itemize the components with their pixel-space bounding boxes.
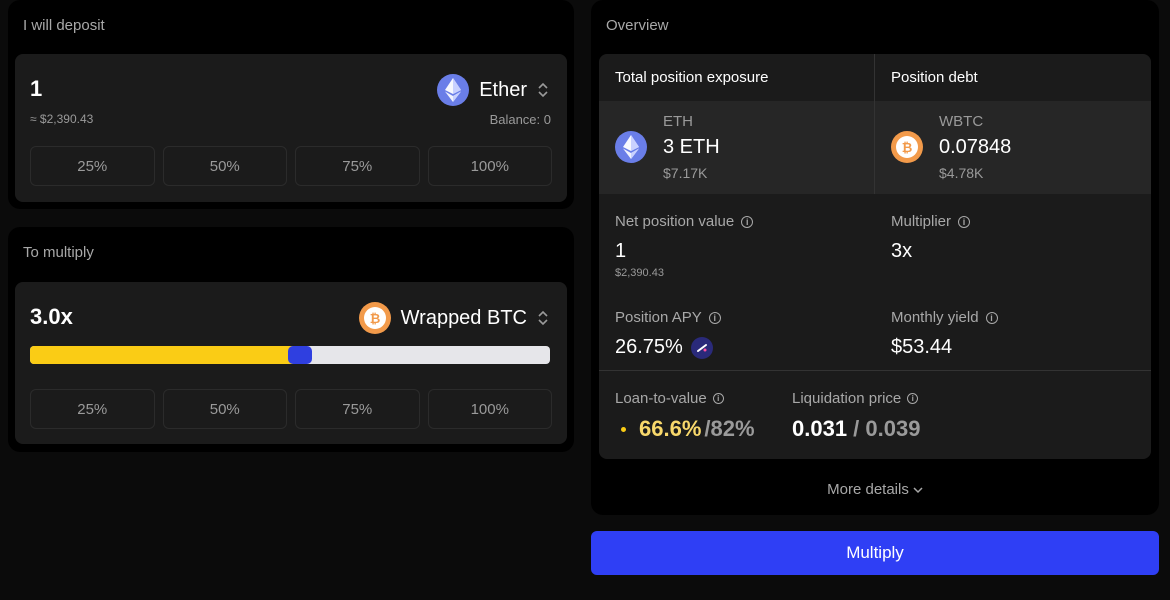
multiplier-label-text: Multiplier <box>891 213 952 230</box>
deposit-token-select[interactable]: Ether <box>437 74 549 106</box>
ltv-label-text: Loan-to-value <box>615 390 707 407</box>
ltv-value-row: 66.6% /82% <box>621 416 755 442</box>
apy-label: Position APY i <box>615 309 721 326</box>
deposit-percent-75-button[interactable]: 75% <box>295 146 420 186</box>
multiplier-slider[interactable] <box>30 346 550 364</box>
info-icon[interactable]: i <box>741 215 754 228</box>
deposit-token-name: Ether <box>479 78 527 101</box>
apy-value-row: 26.75% <box>615 336 713 359</box>
slider-thumb[interactable] <box>288 346 312 364</box>
monthly-yield-label-text: Monthly yield <box>891 309 979 326</box>
apy-label-text: Position APY <box>615 309 702 326</box>
net-value-label: Net position value i <box>615 213 754 230</box>
svg-text:₿: ₿ <box>369 312 380 327</box>
deposit-percent-50-button[interactable]: 50% <box>162 146 287 186</box>
liquidation-label-text: Liquidation price <box>792 390 902 407</box>
exposure-cell: ETH 3 ETH $7.17K <box>599 101 874 194</box>
more-details-label: More details <box>827 481 909 498</box>
overview-card: Total position exposure Position debt ET… <box>599 54 1151 459</box>
deposit-balance: Balance: 0 <box>489 112 551 127</box>
debt-usd: $4.78K <box>939 165 984 181</box>
section-divider <box>599 370 1151 371</box>
chevron-down-icon <box>913 486 923 493</box>
debt-amount: 0.07848 <box>939 136 1012 158</box>
deposit-percent-25-button[interactable]: 25% <box>30 146 155 186</box>
multiply-title: To multiply <box>23 244 94 261</box>
multiply-card: 3.0x ₿ Wrapped BTC 25% 50% 75% 100% <box>15 282 567 444</box>
multiplier-value: 3.0x <box>30 304 73 329</box>
multiply-percent-100-button[interactable]: 100% <box>427 389 552 429</box>
bitcoin-icon: ₿ <box>891 131 923 163</box>
net-value: 1 <box>615 240 627 262</box>
ltv-status-dot <box>621 426 626 432</box>
ether-icon <box>437 74 470 106</box>
bitcoin-icon: ₿ <box>358 302 391 334</box>
multiply-percent-50-button[interactable]: 50% <box>162 389 287 429</box>
multiply-percent-row: 25% 50% 75% 100% <box>30 389 552 429</box>
deposit-percent-row: 25% 50% 75% 100% <box>30 146 552 186</box>
more-details-button[interactable]: More details <box>591 481 1159 498</box>
exposure-symbol: ETH <box>663 113 693 130</box>
multiply-button[interactable]: Multiply <box>591 531 1159 575</box>
multiplier-label: Multiplier i <box>891 213 971 230</box>
ether-icon <box>615 131 647 163</box>
column-divider <box>874 54 875 194</box>
multiply-token-name: Wrapped BTC <box>400 306 527 329</box>
info-icon[interactable]: i <box>708 311 721 324</box>
multiply-percent-75-button[interactable]: 75% <box>295 389 420 429</box>
deposit-percent-100-button[interactable]: 100% <box>427 146 552 186</box>
exposure-usd: $7.17K <box>663 165 708 181</box>
deposit-usd-value: ≈ $2,390.43 <box>30 112 94 126</box>
monthly-yield-label: Monthly yield i <box>891 309 998 326</box>
exposure-amount: 3 ETH <box>663 136 720 158</box>
multiply-percent-25-button[interactable]: 25% <box>30 389 155 429</box>
deposit-card: 1 ≈ $2,390.43 Ether Balance: 0 25% 50% 7… <box>15 54 567 202</box>
liquidation-label: Liquidation price i <box>792 390 919 407</box>
deposit-amount-input[interactable]: 1 <box>30 76 42 102</box>
ltv-label: Loan-to-value i <box>615 390 724 407</box>
liquidation-current: 0.039 <box>865 416 921 441</box>
multiplier-overview-value: 3x <box>891 240 913 262</box>
ltv-max: /82% <box>704 416 755 441</box>
deposit-panel: I will deposit 1 ≈ $2,390.43 Ether Balan… <box>8 0 574 209</box>
net-value-label-text: Net position value <box>615 213 735 230</box>
apy-value: 26.75% <box>615 336 683 358</box>
slider-fill <box>30 346 300 364</box>
exposure-header: Total position exposure <box>615 54 865 101</box>
monthly-yield-value: $53.44 <box>891 336 953 358</box>
rewards-icon <box>690 336 713 359</box>
multiply-panel: To multiply 3.0x ₿ Wrapped BTC 25% 50% 7… <box>8 227 574 452</box>
overview-title: Overview <box>606 17 669 34</box>
ltv-value: 66.6% <box>639 416 702 441</box>
chevron-up-down-icon <box>538 310 548 326</box>
liquidation-value-row: 0.031 / 0.039 <box>792 416 920 442</box>
info-icon[interactable]: i <box>712 393 724 404</box>
svg-text:₿: ₿ <box>902 141 913 156</box>
debt-header: Position debt <box>891 54 1141 101</box>
overview-panel: Overview Total position exposure Positio… <box>591 0 1159 515</box>
liquidation-value: 0.031 <box>792 416 848 441</box>
info-icon[interactable]: i <box>907 393 919 404</box>
debt-symbol: WBTC <box>939 113 984 130</box>
debt-cell: ₿ WBTC 0.07848 $4.78K <box>875 101 1151 194</box>
deposit-title: I will deposit <box>23 17 105 34</box>
info-icon[interactable]: i <box>958 215 971 228</box>
liquidation-separator: / <box>847 416 866 441</box>
net-value-usd: $2,390.43 <box>615 267 664 279</box>
multiply-token-select[interactable]: ₿ Wrapped BTC <box>358 302 549 334</box>
chevron-up-down-icon <box>538 82 548 98</box>
info-icon[interactable]: i <box>985 311 998 324</box>
